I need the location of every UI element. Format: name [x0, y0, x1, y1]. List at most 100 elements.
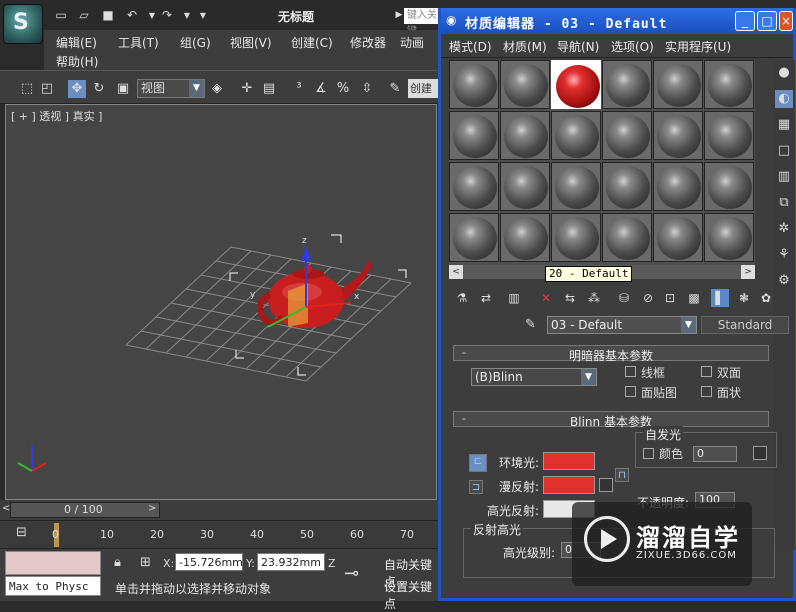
sample-slot[interactable]	[704, 213, 754, 262]
minimize-button[interactable]: _	[735, 11, 755, 31]
sample-type-icon[interactable]: ●	[775, 64, 793, 82]
scroll-left-icon[interactable]: <	[449, 265, 463, 279]
ambient-color-swatch[interactable]	[543, 452, 595, 470]
scroll-right-icon[interactable]: >	[741, 265, 755, 279]
spinner-snap-icon[interactable]: ⇳	[358, 80, 376, 98]
self-illum-map-button[interactable]	[753, 446, 767, 460]
sample-slot[interactable]	[602, 60, 652, 109]
sample-slot[interactable]	[653, 162, 703, 211]
sample-options-icon[interactable]: ✲	[775, 220, 793, 238]
sample-slot[interactable]	[500, 60, 550, 109]
pivot-center-icon[interactable]: ◈	[208, 80, 226, 98]
lock-icon[interactable]: 🔒︎	[114, 555, 121, 570]
menu-utilities[interactable]: 实用程序(U)	[665, 38, 731, 55]
select-by-material-icon[interactable]: ⚘	[775, 246, 793, 264]
sample-slot[interactable]	[653, 60, 703, 109]
select-move-icon[interactable]: ✥	[68, 80, 86, 98]
undo-dropdown-icon[interactable]: ▼	[145, 9, 159, 22]
sample-slot[interactable]	[449, 111, 499, 160]
menu-material[interactable]: 材质(M)	[503, 38, 547, 55]
search-input[interactable]: 键入关键	[404, 8, 440, 37]
background-icon[interactable]: ▦	[775, 116, 793, 134]
edit-named-selections-icon[interactable]: ✎	[386, 80, 404, 98]
select-scale-icon[interactable]: ▣	[114, 80, 132, 98]
x-coordinate-field[interactable]: -15.726mm	[175, 553, 243, 571]
get-material-icon[interactable]: ⚗	[453, 289, 471, 307]
menu-animation[interactable]: 动画	[400, 34, 424, 51]
app-logo-button[interactable]: S	[3, 4, 43, 44]
menu-create[interactable]: 创建(C)	[291, 34, 333, 51]
two-sided-checkbox[interactable]	[701, 366, 712, 377]
next-frame-icon[interactable]: >	[148, 503, 156, 514]
shader-type-select[interactable]: (B)Blinn ▼	[471, 368, 597, 386]
sample-slot[interactable]	[551, 213, 601, 262]
sample-slot[interactable]	[551, 60, 601, 109]
select-region-icon[interactable]: ⬚	[18, 80, 36, 98]
material-options-icon[interactable]: ✿	[757, 289, 775, 307]
save-icon[interactable]: ■	[101, 9, 115, 22]
sample-slot[interactable]	[602, 111, 652, 160]
sample-slot[interactable]	[602, 213, 652, 262]
menu-options[interactable]: 选项(O)	[611, 38, 654, 55]
menu-edit[interactable]: 编辑(E)	[56, 34, 97, 51]
menu-help[interactable]: 帮助(H)	[56, 53, 98, 70]
menu-modifiers[interactable]: 修改器	[350, 34, 386, 51]
go-forward-to-sibling-icon[interactable]: ❃	[735, 289, 753, 307]
sample-slot[interactable]	[449, 162, 499, 211]
window-crossing-icon[interactable]: ◰	[38, 80, 56, 98]
time-slider[interactable]: 0 / 100 > <	[0, 500, 440, 520]
self-illum-spinner[interactable]: 0	[693, 446, 737, 462]
uv-tiling-icon[interactable]: □	[775, 142, 793, 160]
show-shaded-map-icon[interactable]: ⊡	[661, 289, 679, 307]
wire-checkbox[interactable]	[625, 366, 636, 377]
perspective-viewport[interactable]: [ + ] 透视 ] 真实 ] z y x	[5, 104, 437, 500]
sample-slot[interactable]	[653, 213, 703, 262]
lock-diffuse-specular-icon[interactable]: ⊐	[469, 480, 483, 494]
backlight-icon[interactable]: ◐	[775, 90, 793, 108]
redo-dropdown-icon[interactable]: ▼	[180, 9, 194, 22]
lock-ambient-diffuse-icon[interactable]: ⊏	[469, 454, 487, 472]
material-id-channel-icon[interactable]: ⊘	[639, 289, 657, 307]
put-to-scene-icon[interactable]: ⇄	[477, 289, 495, 307]
menu-views[interactable]: 视图(V)	[230, 34, 272, 51]
maximize-button[interactable]: □	[757, 11, 777, 31]
curve-editor-icon[interactable]: ⊟	[16, 525, 27, 540]
sample-slot[interactable]	[704, 162, 754, 211]
make-unique-icon[interactable]: ⁂	[585, 289, 603, 307]
maxscript-listener-mini[interactable]	[5, 551, 101, 575]
y-coordinate-field[interactable]: 23.932mm	[257, 553, 325, 571]
menu-modes[interactable]: 模式(D)	[449, 38, 492, 55]
set-key-button[interactable]: 设置关键点	[384, 578, 440, 612]
open-folder-icon[interactable]: ▱	[77, 9, 91, 22]
maxscript-line[interactable]: Max to Physc	[5, 576, 101, 596]
select-manipulate-icon[interactable]: ✛	[238, 80, 256, 98]
blinn-basic-rollout[interactable]: - Blinn 基本参数	[453, 411, 769, 429]
new-file-icon[interactable]: ▭	[54, 9, 68, 22]
angle-snap-icon[interactable]: ∡	[312, 80, 330, 98]
sample-slot[interactable]	[500, 213, 550, 262]
menu-tools[interactable]: 工具(T)	[118, 34, 159, 51]
material-editor-title-bar[interactable]: ◉ 材质编辑器 - 03 - Default _ □ ×	[441, 8, 793, 34]
material-type-button[interactable]: Standard	[701, 316, 789, 334]
reset-map-icon[interactable]: ✕	[537, 289, 555, 307]
faceted-checkbox[interactable]	[701, 386, 712, 397]
eyedropper-icon[interactable]: ✎	[525, 317, 536, 332]
sample-slot[interactable]	[602, 162, 652, 211]
sample-slot[interactable]	[704, 111, 754, 160]
track-bar[interactable]: ⊟ 0 10 20 30 40 50 60 70	[0, 520, 440, 548]
video-color-check-icon[interactable]: ▥	[775, 168, 793, 186]
shader-basic-rollout[interactable]: - 明暗器基本参数	[453, 345, 769, 363]
sample-slot[interactable]	[551, 111, 601, 160]
put-to-library-icon[interactable]: ⛁	[615, 289, 633, 307]
sample-slot[interactable]	[500, 162, 550, 211]
face-map-checkbox[interactable]	[625, 386, 636, 397]
prev-frame-icon[interactable]: <	[2, 503, 10, 514]
go-to-parent-icon[interactable]: ▌	[711, 289, 729, 307]
reference-coordinate-select[interactable]: 视图 ▼	[137, 79, 205, 98]
sample-slot[interactable]	[551, 162, 601, 211]
customize-quick-access-icon[interactable]: ▼	[196, 9, 210, 22]
select-rotate-icon[interactable]: ↻	[90, 80, 108, 98]
material-name-field[interactable]: 03 - Default ▼	[547, 316, 697, 334]
lock-colors-icon[interactable]: ⊓	[615, 468, 629, 482]
sample-slot[interactable]	[704, 60, 754, 109]
